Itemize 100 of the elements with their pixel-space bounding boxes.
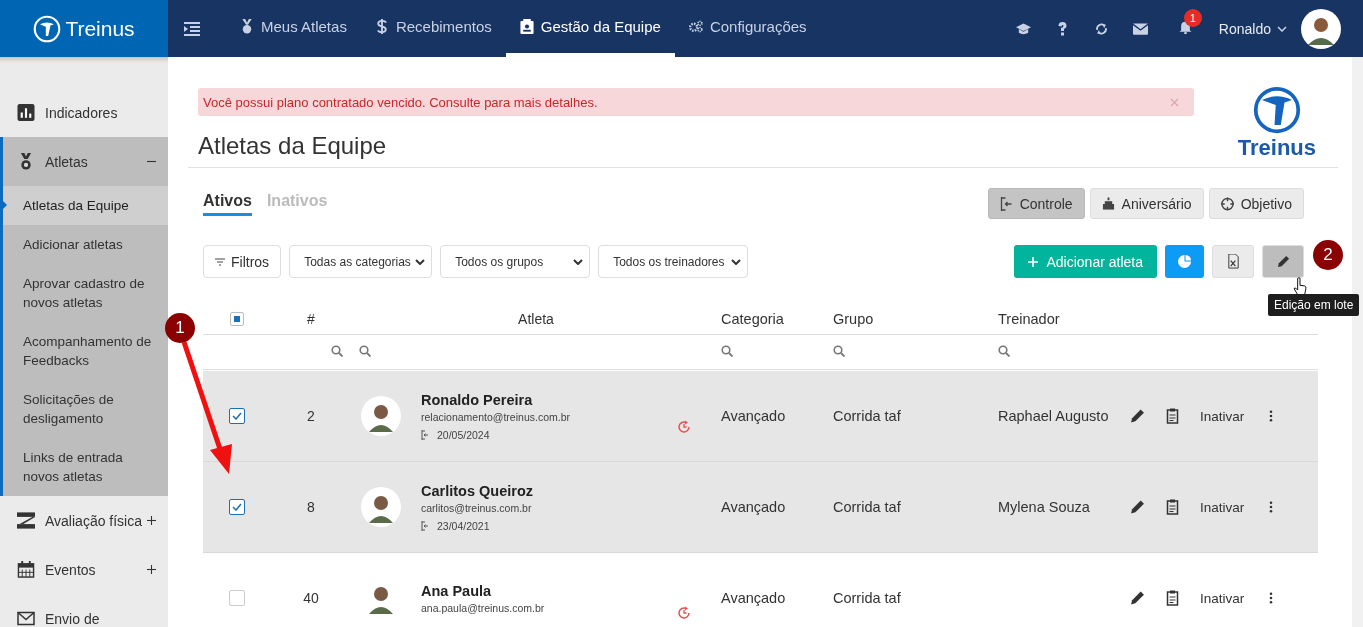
logo-icon xyxy=(33,14,62,43)
athlete-name[interactable]: Carlitos Queiroz xyxy=(421,482,533,499)
submenu-item[interactable]: Solicitações de desligamento xyxy=(3,380,168,438)
refresh-clock-icon[interactable] xyxy=(677,606,691,620)
enter-icon xyxy=(421,429,429,440)
plus-icon xyxy=(147,565,156,574)
clipboard-icon[interactable] xyxy=(1165,408,1180,424)
cake-icon xyxy=(1101,196,1115,211)
pie-chart-icon xyxy=(1178,254,1191,269)
column-header[interactable]: Atleta xyxy=(518,310,554,327)
filters-button[interactable]: Filtros xyxy=(203,245,282,278)
column-header[interactable]: Categoria xyxy=(721,310,784,327)
join-date: 20/05/2024 xyxy=(437,428,490,441)
pencil-icon xyxy=(1276,254,1290,269)
table-row[interactable]: 40 Ana Paula ana.paula@treinus.com.br Avançado Corrida taf Inativar xyxy=(203,552,1318,627)
submenu-item[interactable]: Adicionar atletas xyxy=(3,225,168,264)
search-icon[interactable] xyxy=(833,345,845,357)
table-row[interactable]: 8 Carlitos Queiroz carlitos@treinus.com.br 23/04/2021 Avançado Corrida taf Mylena Souza Inativar xyxy=(203,461,1318,552)
table-row[interactable]: 2 Ronaldo Pereira relacionamento@treinus.com.br 20/05/2024 Avançado Corrida taf Raphael Augusto Inativar xyxy=(203,370,1318,461)
sidebar-item[interactable]: Eventos xyxy=(0,545,168,594)
table-cell-text: Corrida taf xyxy=(832,499,902,515)
submenu-item[interactable]: Acompanhamento de Feedbacks xyxy=(3,322,168,380)
view-button[interactable]: Controle xyxy=(987,188,1085,219)
sidebar-item[interactable]: Indicadores xyxy=(0,88,168,137)
table-cell: Raphael Augusto xyxy=(998,408,1109,424)
scrollbar[interactable] xyxy=(1352,57,1363,627)
search-icon[interactable] xyxy=(331,345,343,357)
graduation-cap-icon[interactable] xyxy=(1015,21,1031,36)
bar-chart-icon xyxy=(17,104,35,121)
envelope-icon xyxy=(17,610,35,627)
mail-icon[interactable] xyxy=(1132,21,1148,36)
column-header[interactable]: Grupo xyxy=(833,310,874,327)
table-cell-text: 8 xyxy=(306,499,316,515)
athlete-email: relacionamento@treinus.com.br xyxy=(421,410,570,423)
dropdown[interactable]: Todos os grupos xyxy=(440,245,591,278)
refresh-clock-icon[interactable] xyxy=(677,419,691,434)
chevron-down-icon xyxy=(573,258,584,265)
more-icon[interactable] xyxy=(1269,592,1274,604)
dropdown[interactable]: Todos os treinadores xyxy=(598,245,749,278)
column-header[interactable]: Treinador xyxy=(998,310,1060,327)
step-marker: 1 xyxy=(165,313,195,343)
chevron-down-icon xyxy=(731,258,742,265)
dropdown[interactable]: Todas as categorias xyxy=(289,245,433,278)
sidebar-label: Eventos xyxy=(45,561,97,578)
sidebar-label: Envio de xyxy=(45,610,101,627)
chart-button[interactable] xyxy=(1165,245,1204,278)
nav-tab[interactable]: Gestão da Equipe xyxy=(505,0,675,57)
athlete-name[interactable]: Ana Paula xyxy=(421,582,492,599)
sidebar-label: Atletas xyxy=(45,153,89,170)
id-card-icon xyxy=(519,19,534,34)
user-menu[interactable]: Ronaldo xyxy=(1218,20,1271,37)
sidebar-item[interactable]: Envio de xyxy=(0,594,168,627)
row-checkbox[interactable] xyxy=(229,408,245,424)
sync-icon[interactable] xyxy=(1093,21,1109,36)
deactivate-link[interactable]: Inativar xyxy=(1200,408,1245,424)
view-button[interactable]: Objetivo xyxy=(1208,188,1304,219)
view-button[interactable]: Aniversário xyxy=(1089,188,1204,219)
table-cell: Mylena Souza xyxy=(998,499,1090,515)
search-icon[interactable] xyxy=(359,345,371,357)
search-icon[interactable] xyxy=(721,345,733,357)
clipboard-icon[interactable] xyxy=(1165,499,1180,515)
sidebar-item[interactable]: Avaliação física xyxy=(0,496,168,545)
column-header[interactable]: # xyxy=(307,310,315,327)
nav-tab[interactable]: Meus Atletas xyxy=(226,0,361,57)
page-title: Atletas da Equipe xyxy=(198,132,388,160)
athlete-email: carlitos@treinus.com.br xyxy=(421,501,532,514)
more-icon[interactable] xyxy=(1269,410,1274,422)
pencil-icon[interactable] xyxy=(1130,408,1145,424)
avatar[interactable] xyxy=(1301,8,1341,49)
nav-tab[interactable]: Recebimentos xyxy=(360,0,506,57)
clipboard-icon[interactable] xyxy=(1165,590,1180,606)
menu-collapse-icon[interactable] xyxy=(184,21,200,36)
tooltip: Edição em lote xyxy=(1268,294,1360,316)
export-button[interactable] xyxy=(1212,245,1254,278)
submenu-item[interactable]: Atletas da Equipe xyxy=(3,186,168,225)
row-checkbox[interactable] xyxy=(229,499,245,515)
enter-icon xyxy=(999,196,1013,211)
table-cell-text: Avançado xyxy=(721,590,787,606)
search-icon[interactable] xyxy=(998,345,1010,357)
sidebar-item[interactable]: Atletas xyxy=(0,137,168,186)
athlete-name[interactable]: Ronaldo Pereira xyxy=(421,391,533,408)
submenu-item[interactable]: Aprovar cadastro de novos atletas xyxy=(3,264,168,322)
tab[interactable]: Ativos xyxy=(203,191,252,216)
deactivate-link[interactable]: Inativar xyxy=(1200,590,1245,606)
select-all-checkbox[interactable] xyxy=(230,311,244,326)
check-icon xyxy=(232,412,242,420)
submenu-item[interactable]: Links de entrada novos atletas xyxy=(3,438,168,496)
hand-cursor-icon xyxy=(1293,277,1307,296)
pencil-icon[interactable] xyxy=(1130,590,1145,606)
batch-edit-button[interactable] xyxy=(1262,245,1304,278)
logo-icon xyxy=(1251,85,1302,135)
calendar-icon xyxy=(17,561,35,578)
caret-icon[interactable] xyxy=(1277,25,1287,32)
more-icon[interactable] xyxy=(1269,501,1274,513)
deactivate-link[interactable]: Inativar xyxy=(1200,499,1245,515)
avatar xyxy=(361,487,401,527)
nav-tab[interactable]: Configurações xyxy=(674,0,821,57)
table-cell-text: Corrida taf xyxy=(832,590,902,606)
gears-icon xyxy=(688,19,703,34)
pencil-icon[interactable] xyxy=(1130,499,1145,515)
